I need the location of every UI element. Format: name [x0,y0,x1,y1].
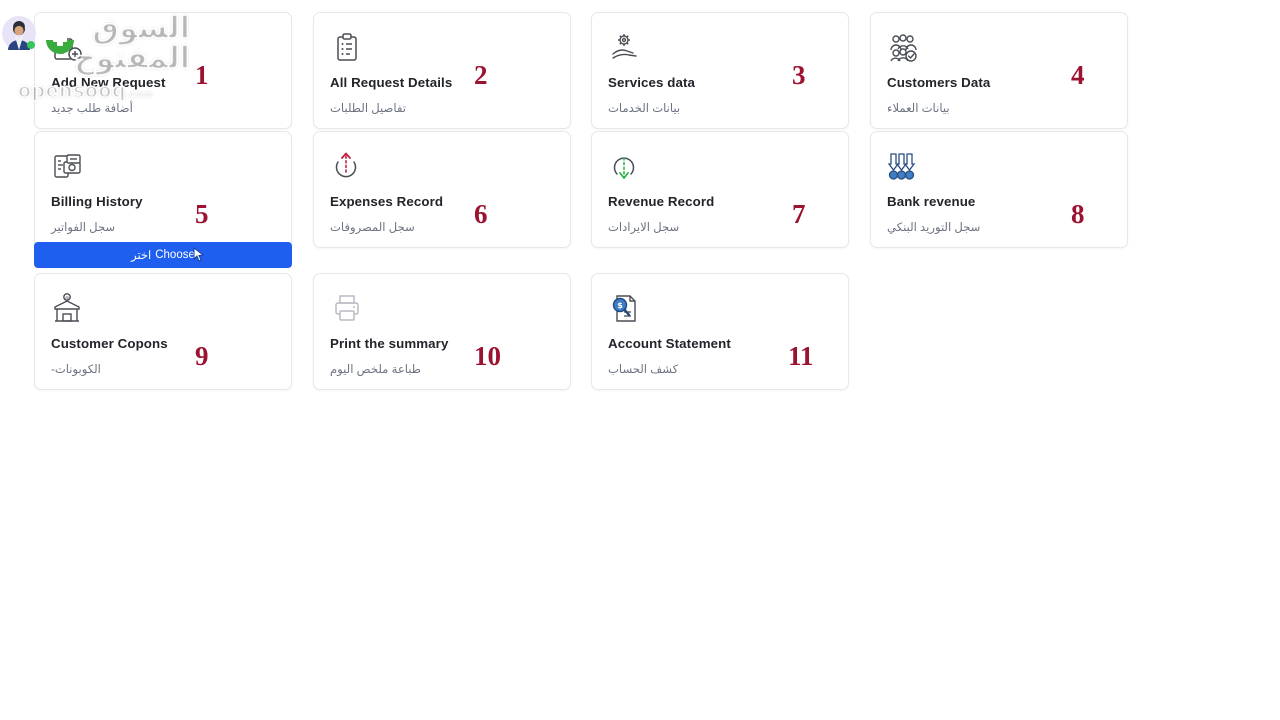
document-search-icon: $ [608,292,642,326]
users-check-icon [887,31,921,65]
card-services-data[interactable]: Services data بيانات الخدمات 3 [591,12,849,129]
card-title: Expenses Record [330,194,444,209]
card-customer-coupons[interactable]: @ Customer Copons الكوبونات- 9 [34,273,292,390]
svg-text:$: $ [617,301,623,310]
card-billing-history[interactable]: Billing History سجل الفواتير 5 [34,131,292,248]
card-subtitle: طباعة ملخص اليوم [330,362,421,376]
card-expenses-record[interactable]: Expenses Record سجل المصروفات 6 [313,131,571,248]
choose-button-label-en: Choose [155,249,195,261]
gear-hand-icon [608,31,642,65]
card-number: 10 [474,341,501,371]
online-status-dot [27,41,35,49]
card-all-request-details[interactable]: All Request Details تفاصيل الطلبات 2 [313,12,571,129]
card-add-new-request[interactable]: Add New Request أضافة طلب جديد 1 [34,12,292,129]
printer-icon [330,292,364,326]
choose-button-label-ar: اختر [131,250,152,262]
card-number: 1 [195,60,209,90]
add-request-icon [51,31,85,65]
card-number: 4 [1071,60,1085,90]
card-revenue-record[interactable]: Revenue Record سجل الايرادات 7 [591,131,849,248]
card-subtitle: سجل الفواتير [51,220,116,234]
arrow-up-circle-icon [330,150,364,184]
card-subtitle: تفاصيل الطلبات [330,101,407,115]
card-subtitle: سجل المصروفات [330,220,415,234]
card-subtitle: أضافة طلب جديد [51,101,133,115]
invoice-money-icon [51,150,85,184]
card-number: 9 [195,341,209,371]
card-number: 8 [1071,199,1085,229]
card-title: Billing History [51,194,143,209]
card-title: Print the summary [330,336,449,351]
card-subtitle: بيانات العملاء [887,101,950,115]
card-print-summary[interactable]: Print the summary طباعة ملخص اليوم 10 [313,273,571,390]
app-root: Add New Request أضافة طلب جديد 1 All Req… [0,0,1280,720]
card-bank-revenue[interactable]: Bank revenue سجل التوريد البنكي 8 [870,131,1128,248]
choose-button[interactable]: اختر Choose [34,242,292,268]
card-subtitle: بيانات الخدمات [608,101,681,115]
card-number: 5 [195,199,209,229]
bank-transfer-arrows-icon [887,150,921,184]
card-title: Add New Request [51,75,166,90]
card-title: All Request Details [330,75,453,90]
clipboard-list-icon [330,31,364,65]
card-number: 3 [792,60,806,90]
card-number: 7 [792,199,806,229]
card-number: 2 [474,60,488,90]
card-number: 11 [788,341,814,371]
card-customers-data[interactable]: Customers Data بيانات العملاء 4 [870,12,1128,129]
card-account-statement[interactable]: $ Account Statement كشف الحساب 11 [591,273,849,390]
store-coupon-icon: @ [51,292,85,326]
card-number: 6 [474,199,488,229]
svg-text:@: @ [65,295,69,300]
card-subtitle: الكوبونات- [51,362,101,376]
card-title: Customer Copons [51,336,168,351]
arrow-down-circle-icon [608,150,642,184]
